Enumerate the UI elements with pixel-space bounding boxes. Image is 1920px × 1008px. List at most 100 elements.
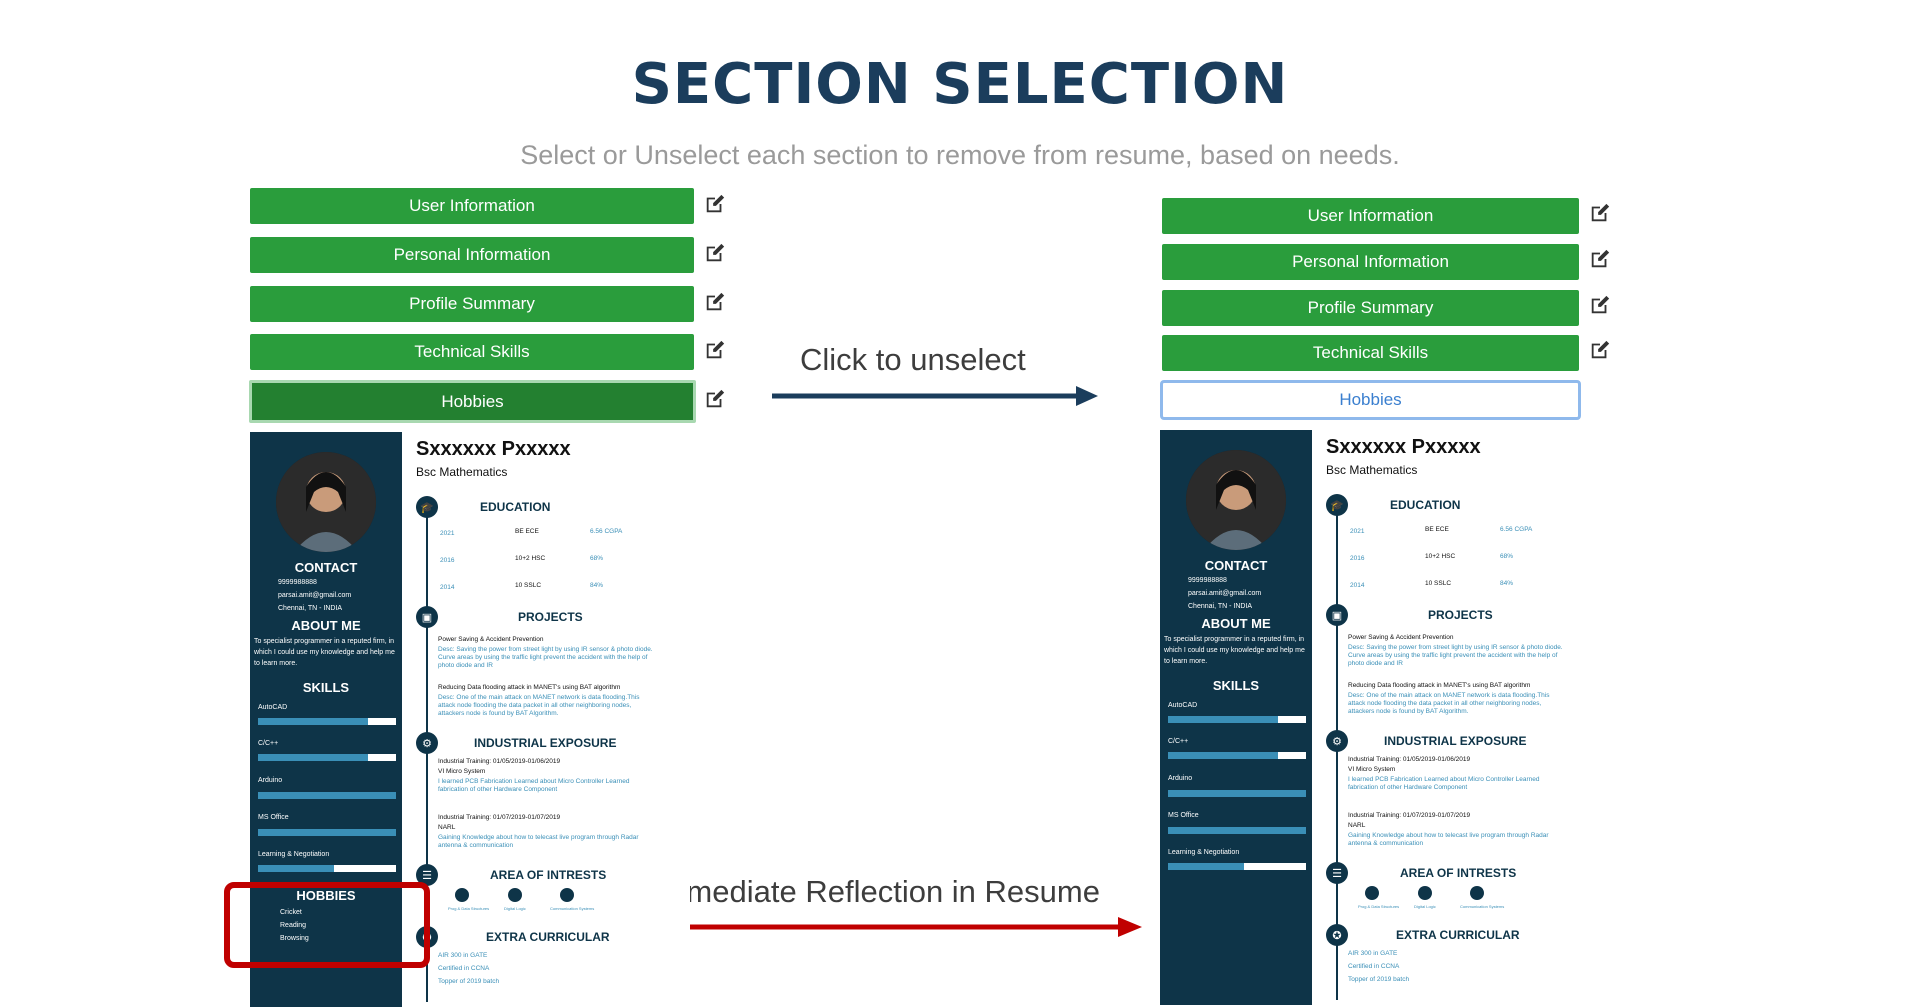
resume-preview-after: CONTACT 9999988888 parsai.amit@gmail.com… [1160, 430, 1600, 1005]
edu-score: 6.56 CGPA [1500, 526, 1533, 533]
avatar [276, 452, 376, 552]
extra-item: Topper of 2019 batch [438, 978, 500, 985]
chip-icon [508, 888, 522, 902]
edu-year: 2021 [440, 530, 455, 537]
skill-bar [258, 792, 396, 799]
extra-heading: EXTRA CURRICULAR [486, 930, 610, 944]
contact-location: Chennai, TN - INDIA [278, 605, 343, 612]
section-personal-information[interactable]: Personal Information [250, 237, 694, 273]
section-user-information[interactable]: User Information [250, 188, 694, 224]
interests-heading: AREA OF INTRESTS [490, 868, 607, 882]
skill-name: Arduino [1168, 775, 1193, 782]
gear-icon: ⚙ [1326, 730, 1348, 752]
contact-location: Chennai, TN - INDIA [1188, 603, 1253, 610]
training-company: NARL [438, 824, 456, 831]
skills-heading: SKILLS [1212, 678, 1260, 693]
skill-bar [258, 865, 396, 872]
folder-icon: ▣ [416, 606, 438, 628]
page-title: SECTION SELECTION [631, 52, 1289, 117]
section-hobbies-unselected[interactable]: Hobbies [1160, 380, 1581, 420]
avatar [1186, 450, 1286, 550]
about-text: To specialist programmer in a reputed fi… [1164, 636, 1305, 665]
edu-year: 2016 [1350, 555, 1365, 562]
training-title: Industrial Training: 01/07/2019-01/07/20… [438, 814, 561, 821]
edit-icon[interactable] [1589, 248, 1611, 270]
skill-name: AutoCAD [258, 704, 288, 711]
projects-heading: PROJECTS [1428, 608, 1493, 622]
graduation-icon: 🎓 [416, 496, 438, 518]
extra-item: Certified in CCNA [438, 965, 490, 972]
project-desc: Desc: One of the main attack on MANET ne… [1348, 692, 1550, 715]
resume-name: Sxxxxxx Pxxxxx [1326, 436, 1481, 458]
skill-bar [258, 829, 396, 836]
resume-degree: Bsc Mathematics [1326, 463, 1418, 477]
skill-bar [1168, 716, 1306, 723]
section-technical-skills[interactable]: Technical Skills [250, 334, 694, 370]
edit-icon[interactable] [704, 339, 726, 361]
edu-score: 84% [1500, 580, 1514, 587]
industrial-heading: INDUSTRIAL EXPOSURE [474, 736, 617, 750]
skill-bar [1168, 752, 1306, 759]
about-heading: ABOUT ME [291, 618, 361, 633]
skill-bar [258, 754, 396, 761]
extra-item: AIR 300 in GATE [1348, 950, 1398, 957]
training-title: Industrial Training: 01/05/2019-01/06/20… [1348, 756, 1471, 763]
edit-icon[interactable] [704, 388, 726, 410]
skill-name: AutoCAD [1168, 702, 1198, 709]
interest-label: Prog & Data Structures [448, 906, 490, 911]
edu-score: 68% [1500, 553, 1514, 560]
hobbies-highlight-box [224, 882, 430, 968]
extra-item: AIR 300 in GATE [438, 952, 488, 959]
skill-bar [1168, 863, 1306, 870]
edit-icon[interactable] [704, 193, 726, 215]
projects-heading: PROJECTS [518, 610, 583, 624]
contact-heading: CONTACT [294, 560, 358, 575]
interest-label: Digital Logic [504, 906, 526, 911]
gear-icon: ⚙ [416, 732, 438, 754]
skill-name: Learning & Negotiation [258, 851, 330, 858]
contact-phone: 9999988888 [278, 579, 317, 586]
signal-icon [560, 888, 574, 902]
training-company: VI Micro System [1348, 766, 1396, 773]
training-desc: I learned PCB Fabrication Learned about … [438, 778, 630, 793]
project-title: Reducing Data flooding attack in MANET's… [1348, 682, 1531, 689]
section-profile-summary[interactable]: Profile Summary [250, 286, 694, 322]
interest-label: Prog & Data Structures [1358, 904, 1400, 909]
edit-icon[interactable] [1589, 294, 1611, 316]
code-icon [1365, 886, 1379, 900]
code-icon [455, 888, 469, 902]
skill-name: MS Office [1168, 812, 1199, 819]
training-desc: Gaining Knowledge about how to telecast … [438, 834, 639, 849]
navy-arrow-right [772, 386, 1098, 406]
section-user-information[interactable]: User Information [1162, 198, 1579, 234]
section-technical-skills[interactable]: Technical Skills [1162, 335, 1579, 371]
extra-item: Topper of 2019 batch [1348, 976, 1410, 983]
skill-name: C/C++ [1168, 738, 1189, 745]
edu-score: 6.56 CGPA [590, 528, 623, 535]
project-title: Power Saving & Accident Prevention [1348, 634, 1454, 641]
section-profile-summary[interactable]: Profile Summary [1162, 290, 1579, 326]
resume-name: Sxxxxxx Pxxxxx [416, 438, 571, 460]
training-desc: I learned PCB Fabrication Learned about … [1348, 776, 1540, 791]
section-hobbies-selected[interactable]: Hobbies [249, 380, 696, 423]
project-desc: Desc: Saving the power from street light… [438, 646, 653, 669]
edu-year: 2014 [1350, 582, 1365, 589]
section-personal-information[interactable]: Personal Information [1162, 244, 1579, 280]
edit-icon[interactable] [1589, 202, 1611, 224]
project-desc: Desc: Saving the power from street light… [1348, 644, 1563, 667]
edit-icon[interactable] [704, 291, 726, 313]
edu-degree: BE ECE [515, 528, 539, 535]
edu-score: 68% [590, 555, 604, 562]
extra-item: Certified in CCNA [1348, 963, 1400, 970]
edit-icon[interactable] [1589, 339, 1611, 361]
contact-phone: 9999988888 [1188, 577, 1227, 584]
edu-score: 84% [590, 582, 604, 589]
edit-icon[interactable] [704, 242, 726, 264]
industrial-heading: INDUSTRIAL EXPOSURE [1384, 734, 1527, 748]
interests-heading: AREA OF INTRESTS [1400, 866, 1517, 880]
contact-heading: CONTACT [1204, 558, 1268, 573]
project-title: Power Saving & Accident Prevention [438, 636, 544, 643]
edu-degree: 10 SSLC [1425, 580, 1452, 587]
training-title: Industrial Training: 01/05/2019-01/06/20… [438, 758, 561, 765]
skill-name: Arduino [258, 777, 283, 784]
